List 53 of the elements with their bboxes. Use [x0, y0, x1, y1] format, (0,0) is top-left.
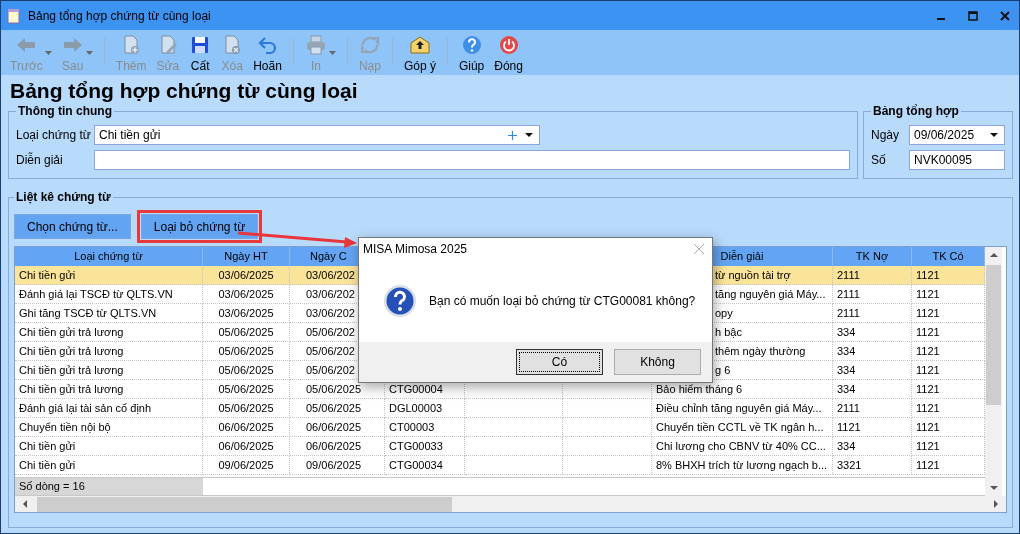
- page-heading: Bảng tổng hợp chứng từ cùng loại: [10, 78, 359, 104]
- section-title: Liệt kê chứng từ: [15, 190, 112, 204]
- question-icon: [383, 284, 417, 318]
- scroll-up-icon[interactable]: [989, 253, 998, 257]
- table-cell: 09/06/2025: [290, 456, 385, 475]
- input-field[interactable]: [94, 150, 850, 170]
- toolbar-button[interactable]: Hoãn: [248, 30, 287, 75]
- remove-button[interactable]: Loại bỏ chứng từ: [140, 214, 259, 239]
- table-row[interactable]: Chi tiền gửi trả lương 05/06/2025 05/06/2025 CTG00004 Bảo hiểm tháng 6 334 1121: [15, 380, 985, 399]
- table-row[interactable]: Chi tiền gửi 06/06/2025 06/06/2025 CTG00033 Chi lương cho CBNV từ 40% CC... 334 1121: [15, 437, 985, 456]
- table-cell: 8% BHXH trích từ lương ngạch b...: [652, 456, 833, 475]
- section-title: Bảng tổng hợp: [872, 104, 960, 118]
- plus-icon[interactable]: [508, 130, 517, 140]
- row-count: Số dòng = 16: [15, 478, 203, 495]
- field-label: Số: [871, 153, 887, 167]
- refresh-icon: [358, 34, 381, 56]
- scroll-left-icon[interactable]: [23, 500, 27, 508]
- undo-arrow-icon: [256, 34, 279, 56]
- dialog-button[interactable]: Không: [614, 349, 701, 375]
- toolbar-button[interactable]: Đóng: [489, 30, 528, 75]
- power-icon: [497, 34, 520, 56]
- scroll-down-icon[interactable]: [989, 486, 998, 490]
- date-field[interactable]: 09/06/2025: [909, 125, 1005, 145]
- help-icon: [460, 34, 483, 56]
- printer-icon: [304, 34, 327, 56]
- field-label: Loại chứng từ: [16, 128, 92, 142]
- table-row[interactable]: Đánh giá lại tài sản cố định 05/06/2025 05/06/2025 DGL00003 Điều chỉnh tăng nguyên giá Máy... 2111 1121: [15, 399, 985, 418]
- caret-icon[interactable]: [990, 133, 998, 137]
- table-cell: Chi tiền gửi: [15, 456, 203, 475]
- close-button[interactable]: [999, 9, 1011, 22]
- choose-button[interactable]: Chọn chứng từ...: [14, 214, 131, 239]
- horizontal-scrollbar[interactable]: [15, 496, 1006, 512]
- maximize-button[interactable]: [967, 9, 979, 22]
- field-label: Ngày: [871, 128, 900, 142]
- dialog-button[interactable]: Có: [516, 349, 603, 375]
- field-label: Diễn giải: [16, 153, 64, 167]
- window-title: Bảng tổng hợp chứng từ cùng loại: [28, 8, 211, 23]
- table-cell: 09/06/2025: [203, 456, 290, 475]
- scroll-right-icon[interactable]: [994, 500, 998, 508]
- table-row[interactable]: Chuyển tiền nội bộ 06/06/2025 06/06/2025 CT00003 Chuyển tiền CCTL về TK ngân h... 1121 1121: [15, 418, 985, 437]
- notepad-icon: [6, 7, 22, 24]
- table-cell: 3321: [833, 456, 912, 475]
- section-title: Thông tin chung: [17, 104, 113, 118]
- toolbar-button[interactable]: Góp ý: [398, 30, 441, 75]
- vertical-scrollbar[interactable]: [985, 247, 1002, 496]
- toolbar-button[interactable]: Cất: [184, 30, 217, 75]
- table-cell: CTG00034: [385, 456, 465, 475]
- table-row[interactable]: Chi tiền gửi 09/06/2025 09/06/2025 CTG00034 8% BHXH trích từ lương ngạch b... 3321 1121: [15, 456, 985, 475]
- toolbar-button[interactable]: Giúp: [453, 30, 490, 75]
- input-field[interactable]: NVK00095: [909, 150, 1005, 170]
- envelope-icon: [408, 34, 431, 56]
- dropdown-field[interactable]: Chi tiền gửi: [94, 125, 540, 145]
- caret-icon[interactable]: [525, 133, 533, 137]
